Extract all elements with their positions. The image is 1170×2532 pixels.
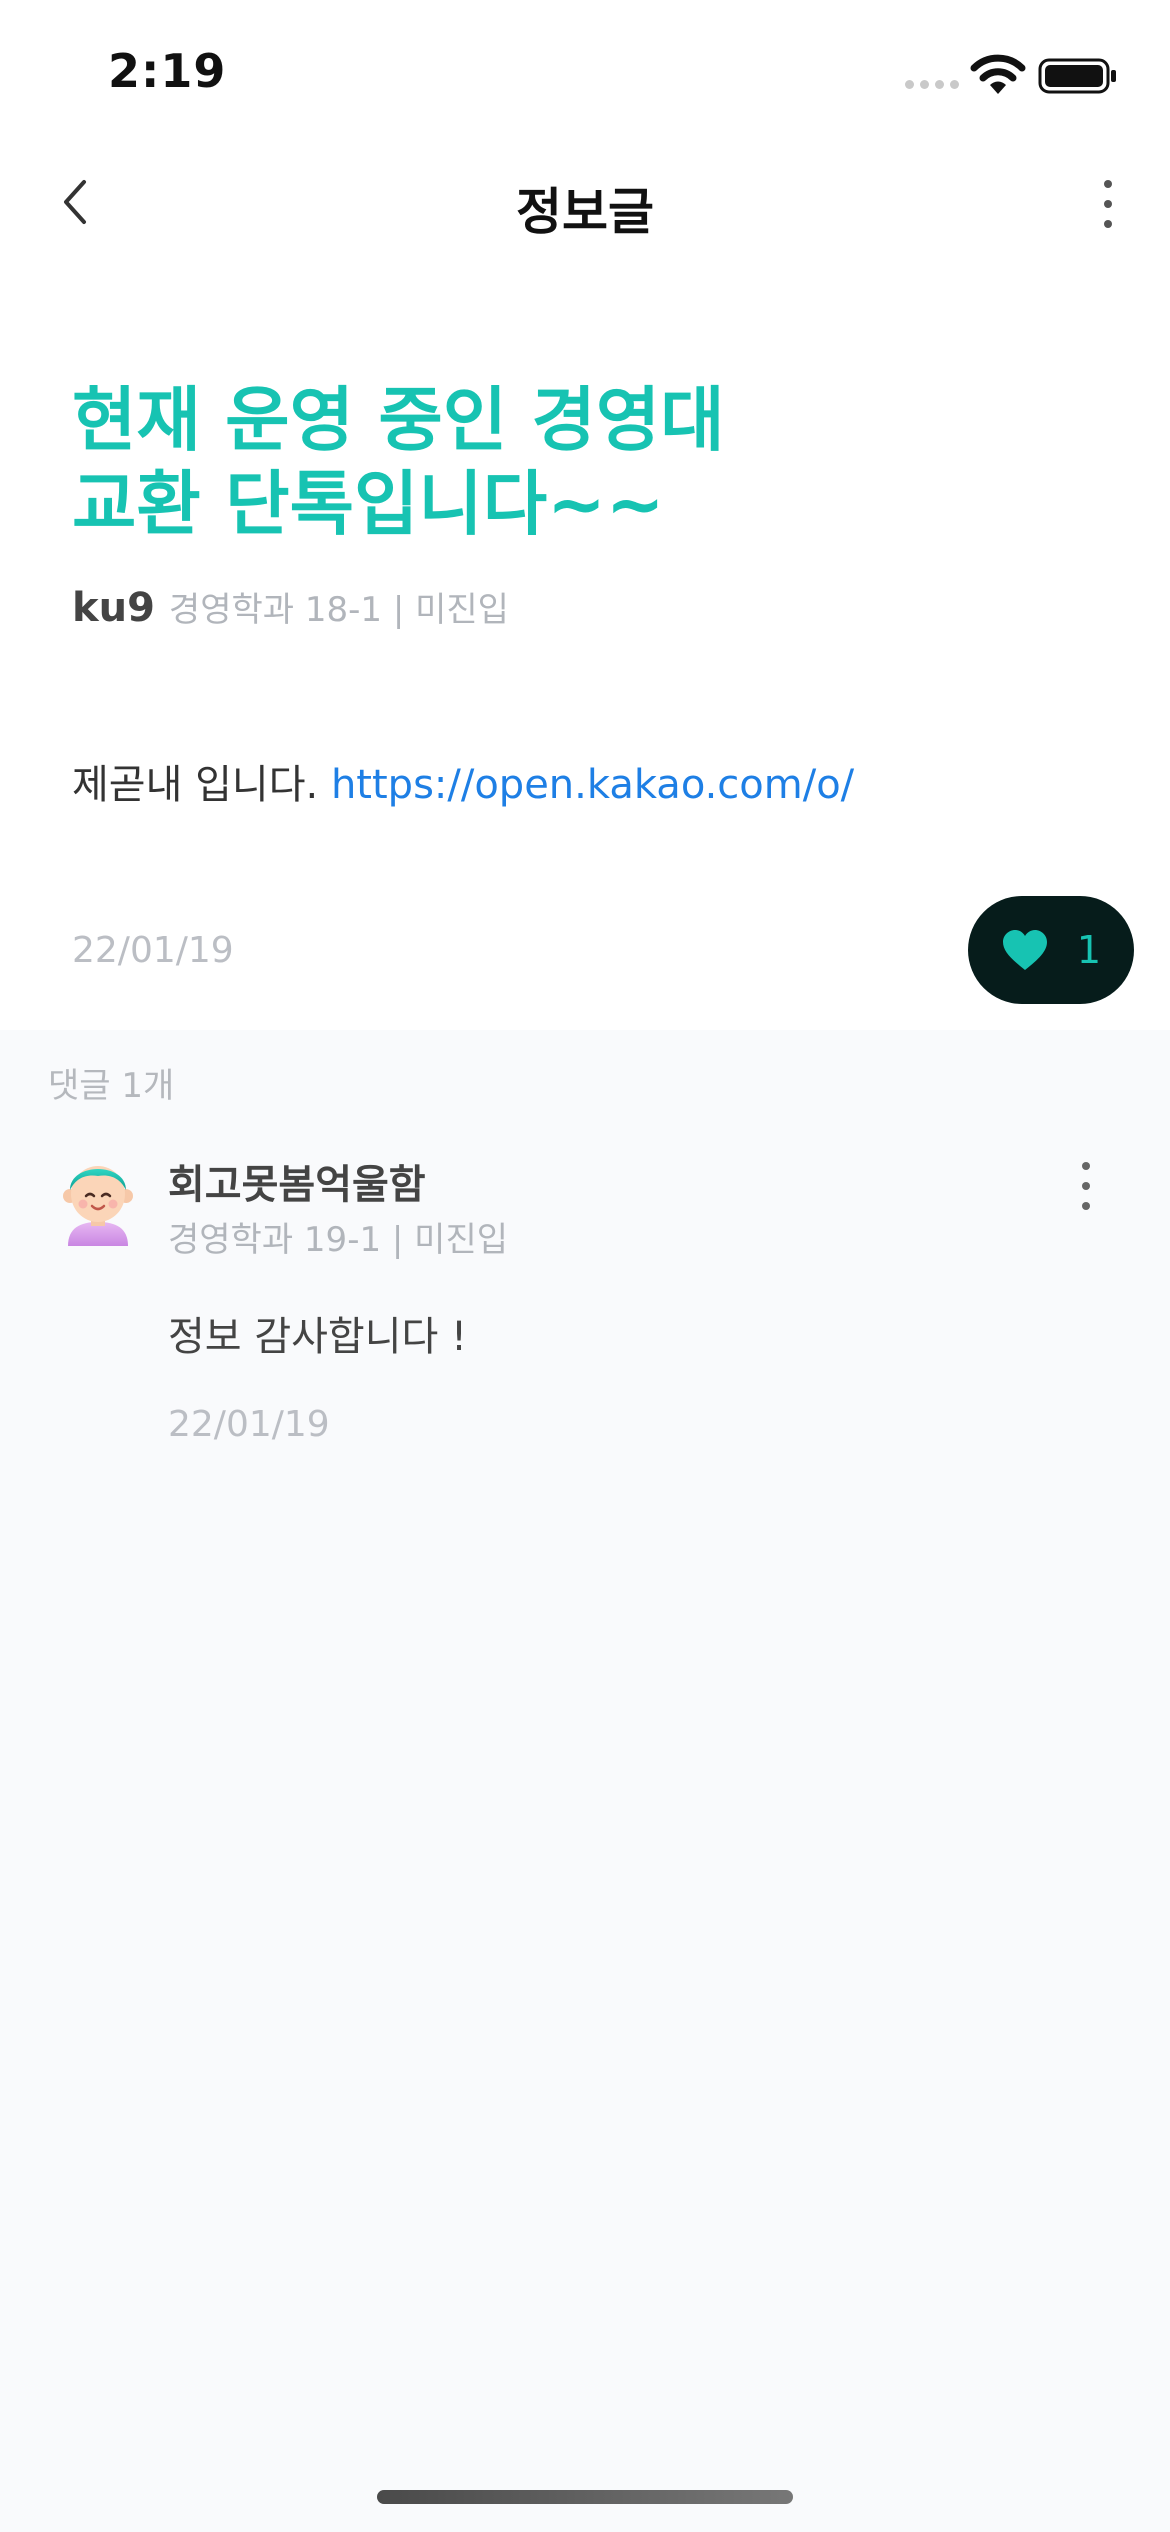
- post-author: ku9 경영학과 18-1 | 미진입: [72, 582, 509, 631]
- wifi-icon: [970, 54, 1026, 94]
- author-name: ku9: [72, 585, 155, 631]
- comment-count: 댓글 1개: [48, 1066, 175, 1106]
- comment-author-info: 경영학과 19-1 | 미진입: [168, 1220, 509, 1260]
- like-button[interactable]: 1: [968, 896, 1134, 1004]
- more-options-icon[interactable]: [1088, 174, 1128, 234]
- home-indicator[interactable]: [377, 2490, 793, 2504]
- heart-icon: [1002, 930, 1047, 970]
- comment-body: 정보 감사합니다 !: [168, 1314, 468, 1360]
- comment-author-name: 회고못봄억울함: [168, 1162, 426, 1208]
- post-title: 현재 운영 중인 경영대 교환 단톡입니다~~: [72, 378, 1072, 546]
- page-title: 정보글: [516, 183, 654, 241]
- post-date: 22/01/19: [72, 930, 234, 971]
- post-body-text: 제곧내 입니다.: [72, 762, 331, 808]
- post-section: 2:19 정보글 현재 운영 중인 경영대 교환 단톡입니다~~ ku9 경영학…: [0, 0, 1170, 1030]
- cellular-signal-icon: [905, 80, 959, 89]
- battery-icon: [1038, 58, 1116, 94]
- author-info: 경영학과 18-1 | 미진입: [168, 590, 509, 630]
- post-title-line-1: 현재 운영 중인 경영대: [72, 379, 725, 461]
- comment-more-icon[interactable]: [1066, 1156, 1106, 1216]
- comment-date: 22/01/19: [168, 1404, 330, 1445]
- post-body-link[interactable]: https://open.kakao.com/o/: [331, 762, 854, 808]
- post-title-line-2: 교환 단톡입니다~~: [72, 463, 665, 545]
- post-body: 제곧내 입니다. https://open.kakao.com/o/: [72, 752, 854, 810]
- like-count: 1: [1076, 928, 1102, 972]
- avatar[interactable]: [50, 1150, 146, 1246]
- status-time: 2:19: [108, 44, 227, 98]
